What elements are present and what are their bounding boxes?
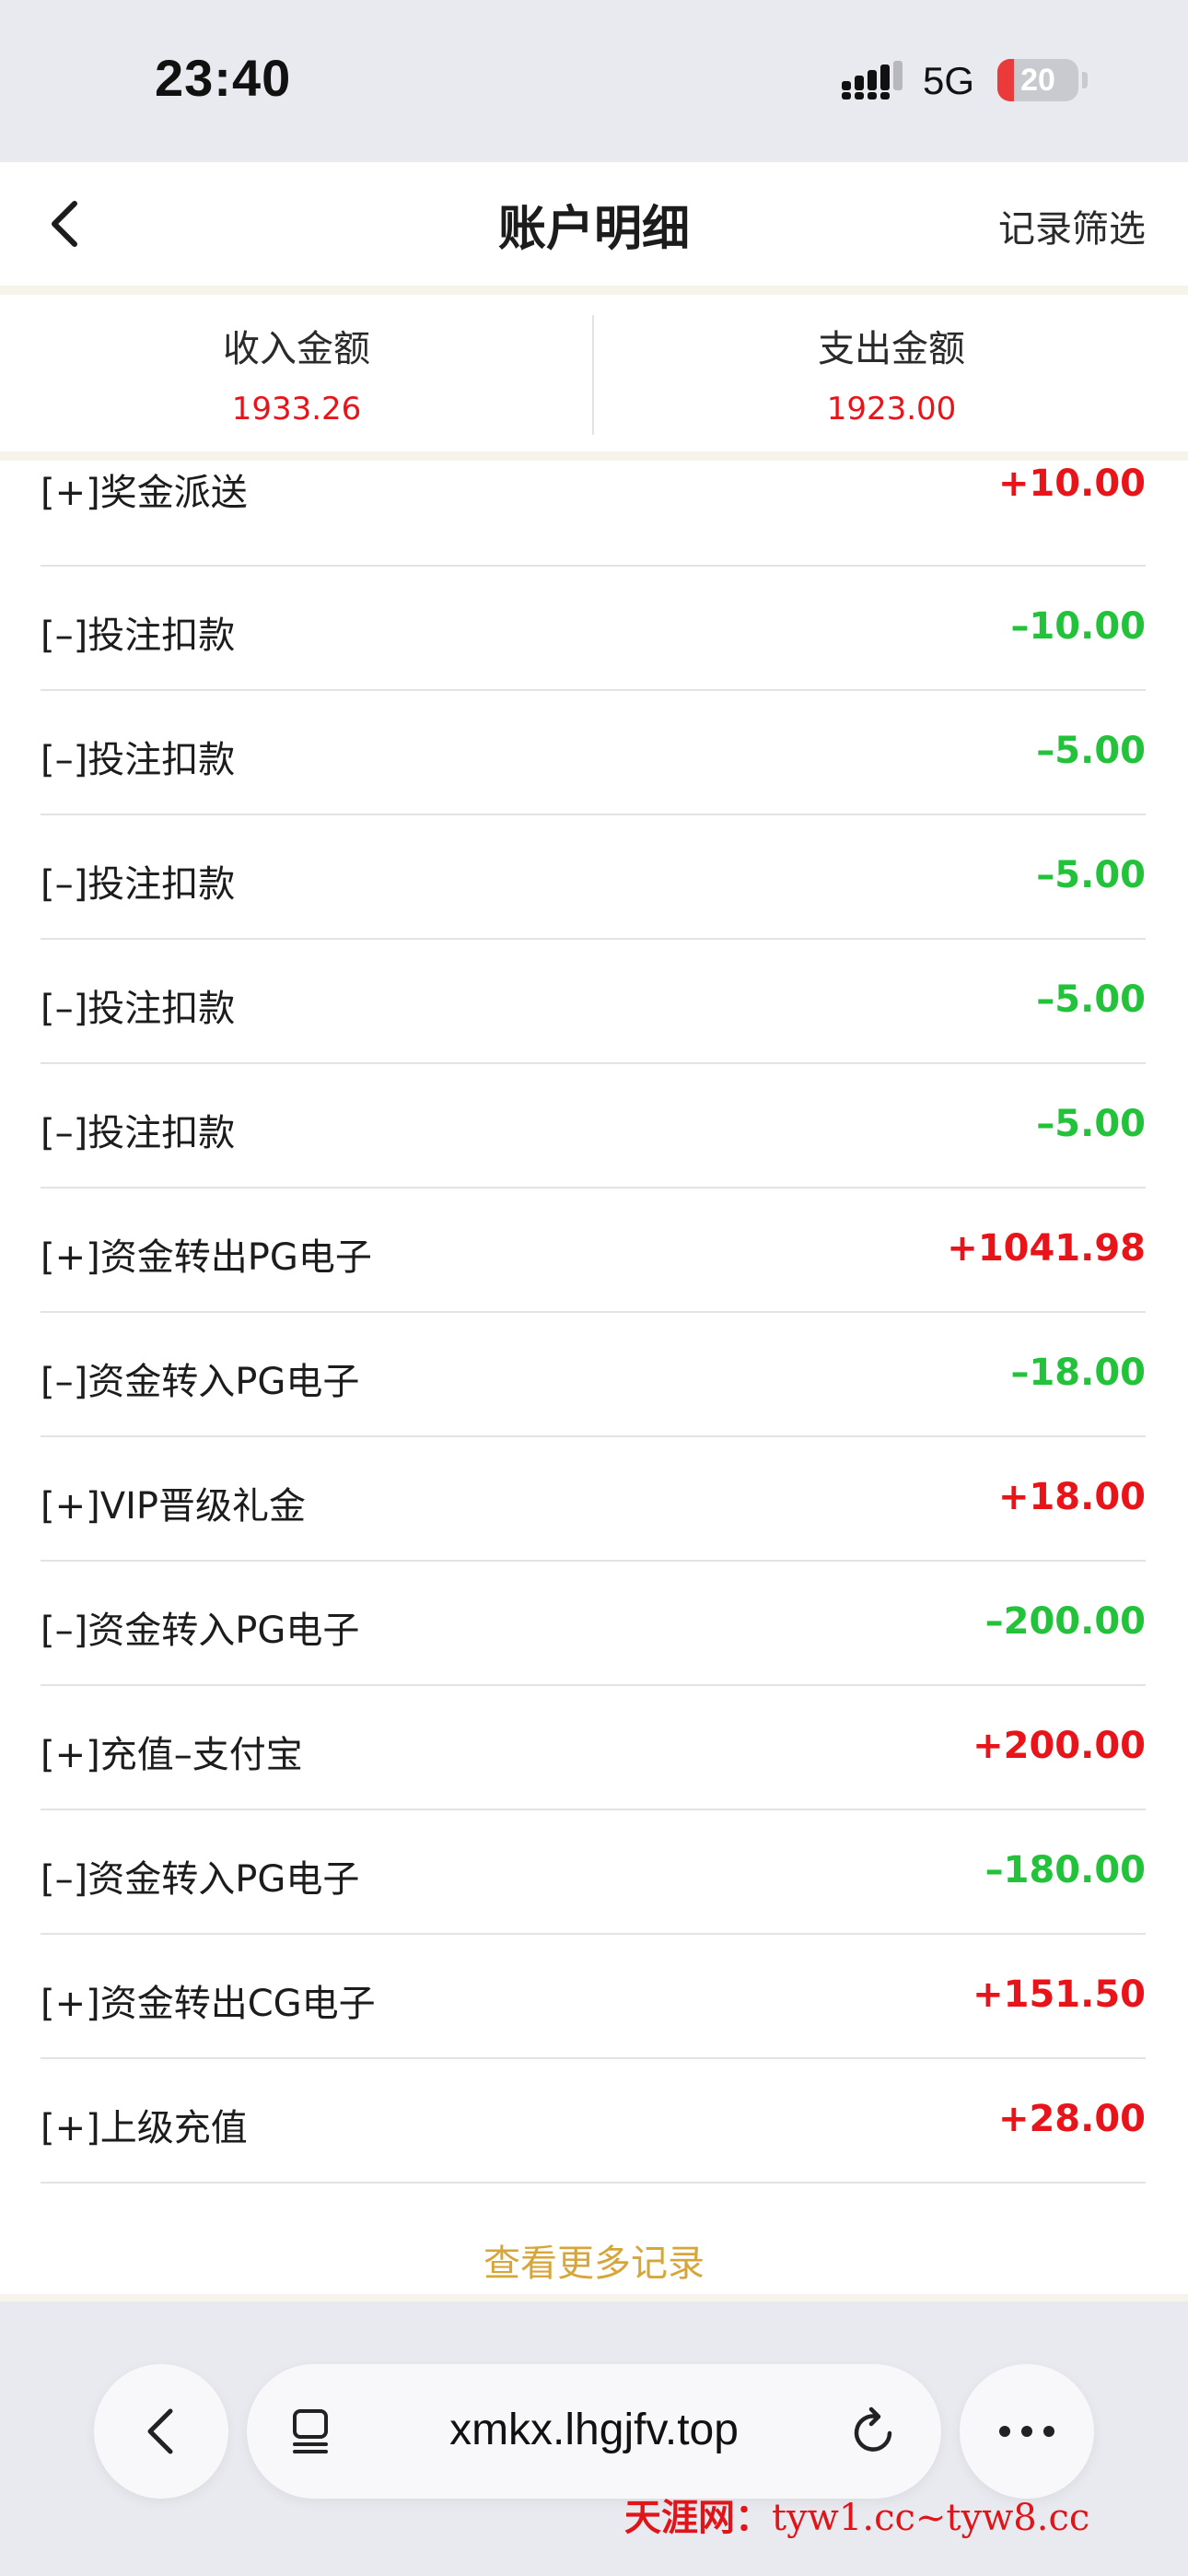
record-amount: –5.00 [1036, 854, 1146, 896]
watermark: 天涯网：tyw1.cc~tyw8.cc [624, 2488, 1089, 2541]
record-row[interactable]: [+]奖金派送 +10.00 [41, 442, 1146, 567]
record-label: [–]资金转入PG电子 [41, 1361, 360, 1403]
row-divider [41, 2182, 1146, 2184]
record-label: [+]奖金派送 [41, 472, 248, 514]
record-row[interactable]: [+]充值–支付宝 +200.00 [41, 1686, 1146, 1810]
summary-divider [592, 315, 594, 435]
record-amount: +18.00 [997, 1476, 1146, 1518]
record-row[interactable]: [–]投注扣款 –10.00 [41, 567, 1146, 691]
url-text[interactable]: xmkx.lhgjfv.top [247, 2405, 941, 2455]
nav-header: 账户明细 记录筛选 [0, 162, 1188, 286]
record-row[interactable]: [–]投注扣款 –5.00 [41, 940, 1146, 1064]
cellular-signal-icon [842, 61, 903, 100]
record-label: [+]充值–支付宝 [41, 1734, 303, 1776]
record-amount: –18.00 [1010, 1352, 1146, 1394]
record-label: [–]投注扣款 [41, 988, 236, 1030]
expense-label: 支出金额 [818, 328, 965, 370]
expense-summary: 支出金额 1923.00 [595, 295, 1188, 451]
record-label: [+]资金转出CG电子 [41, 1983, 376, 2025]
record-amount: –5.00 [1036, 1103, 1146, 1145]
network-type: 5G [923, 59, 975, 102]
record-label: [–]投注扣款 [41, 863, 236, 906]
record-row[interactable]: [+]上级充值 +28.00 [41, 2059, 1146, 2184]
record-row[interactable]: [+]资金转出PG电子 +1041.98 [41, 1188, 1146, 1313]
record-filter-button[interactable]: 记录筛选 [998, 199, 1146, 252]
record-row[interactable]: [+]VIP晋级礼金 +18.00 [41, 1437, 1146, 1562]
income-summary: 收入金额 1933.26 [0, 295, 593, 451]
view-more-records-button[interactable]: 查看更多记录 [0, 2233, 1188, 2287]
record-amount: +200.00 [973, 1725, 1146, 1767]
record-amount: +1041.98 [947, 1227, 1146, 1270]
record-label: [–]资金转入PG电子 [41, 1610, 360, 1652]
battery-level: 20 [1020, 63, 1055, 98]
record-row[interactable]: [–]资金转入PG电子 –180.00 [41, 1810, 1146, 1935]
summary-panel: 收入金额 1933.26 支出金额 1923.00 [0, 295, 1188, 451]
record-row[interactable]: [–]投注扣款 –5.00 [41, 691, 1146, 815]
chevron-left-icon [147, 2408, 173, 2454]
more-icon [999, 2426, 1054, 2437]
browser-back-button[interactable] [94, 2364, 228, 2499]
record-amount: +28.00 [997, 2098, 1146, 2140]
record-amount: –200.00 [984, 1600, 1146, 1643]
address-bar[interactable]: xmkx.lhgjfv.top [247, 2364, 941, 2499]
battery-cap [1082, 72, 1088, 88]
record-row[interactable]: [–]资金转入PG电子 –200.00 [41, 1562, 1146, 1686]
separator [0, 286, 1188, 295]
battery-icon: 20 [997, 59, 1078, 101]
record-amount: +10.00 [997, 463, 1146, 505]
reload-icon[interactable] [849, 2406, 901, 2457]
record-label: [+]资金转出PG电子 [41, 1236, 372, 1279]
income-label: 收入金额 [223, 328, 370, 370]
record-label: [–]投注扣款 [41, 739, 236, 781]
record-label: [–]投注扣款 [41, 1112, 236, 1154]
record-amount: +151.50 [973, 1973, 1146, 2016]
record-label: [–]投注扣款 [41, 615, 236, 657]
record-label: [–]资金转入PG电子 [41, 1858, 360, 1901]
records-list: [+]奖金派送 +10.00 [–]投注扣款 –10.00 [–]投注扣款 –5.00 [–… [0, 461, 1188, 2294]
record-amount: –5.00 [1036, 978, 1146, 1021]
record-amount: –180.00 [984, 1849, 1146, 1891]
record-amount: –10.00 [1010, 605, 1146, 648]
record-row[interactable]: [–]资金转入PG电子 –18.00 [41, 1313, 1146, 1437]
record-row[interactable]: [+]资金转出CG电子 +151.50 [41, 1935, 1146, 2059]
record-row[interactable]: [–]投注扣款 –5.00 [41, 815, 1146, 940]
status-time: 23:40 [155, 49, 292, 107]
record-label: [+]上级充值 [41, 2107, 248, 2149]
income-value: 1933.26 [231, 391, 362, 427]
status-bar: 23:40 5G 20 [0, 0, 1188, 162]
record-row[interactable]: [–]投注扣款 –5.00 [41, 1064, 1146, 1188]
record-amount: –5.00 [1036, 730, 1146, 772]
record-label: [+]VIP晋级礼金 [41, 1485, 307, 1528]
watermark-brand: 天涯网： [624, 2496, 772, 2539]
browser-more-button[interactable] [960, 2364, 1094, 2499]
watermark-url: tyw1.cc~tyw8.cc [772, 2497, 1090, 2539]
expense-value: 1923.00 [826, 391, 957, 427]
